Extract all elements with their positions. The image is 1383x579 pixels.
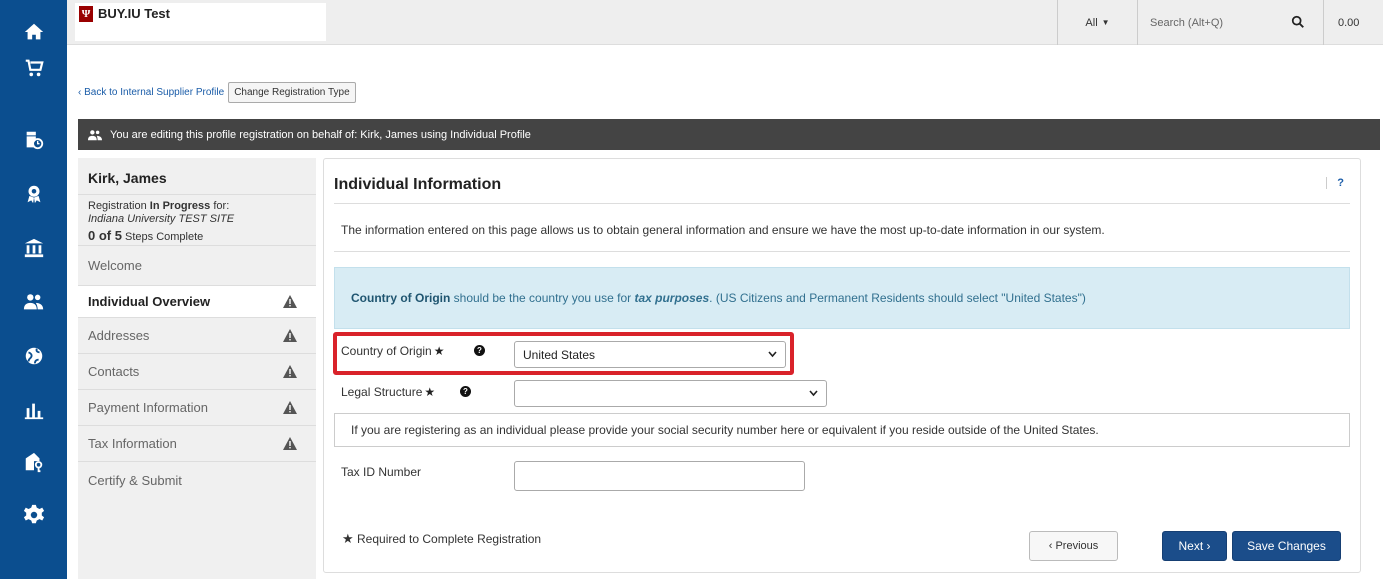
warning-icon bbox=[283, 436, 297, 450]
search-placeholder: Search (Alt+Q) bbox=[1150, 16, 1224, 29]
registration-status: Registration In Progress for: Indiana Un… bbox=[78, 195, 316, 246]
award-icon[interactable] bbox=[0, 176, 67, 212]
divider bbox=[334, 203, 1350, 204]
registration-site: Indiana University TEST SITE bbox=[88, 213, 235, 225]
breadcrumb: ‹ Back to Internal Supplier Profile Chan… bbox=[78, 82, 356, 103]
left-icon-rail bbox=[0, 0, 67, 579]
gear-icon[interactable] bbox=[0, 497, 67, 533]
cart-icon[interactable] bbox=[0, 50, 67, 86]
users-icon bbox=[88, 129, 102, 140]
tax-id-label: Tax ID Number bbox=[341, 465, 422, 479]
status-value: In Progress bbox=[149, 200, 211, 212]
warning-icon bbox=[283, 400, 297, 414]
tax-id-input[interactable] bbox=[514, 461, 805, 491]
next-button[interactable]: Next › bbox=[1162, 531, 1227, 561]
warning-icon bbox=[283, 294, 297, 308]
globe-icon[interactable] bbox=[0, 338, 67, 374]
search-bar: All ▼ Search (Alt+Q) 0.00 bbox=[1057, 0, 1381, 45]
nav-item-label: Addresses bbox=[88, 328, 150, 343]
warning-icon bbox=[283, 364, 297, 378]
search-scope-label: All bbox=[1085, 16, 1098, 29]
banner-text: You are editing this profile registratio… bbox=[110, 128, 531, 141]
search-input[interactable]: Search (Alt+Q) bbox=[1138, 0, 1323, 45]
required-note: ★ Required to Complete Registration bbox=[342, 531, 542, 546]
chevron-down-icon bbox=[809, 390, 818, 397]
nav-item-welcome[interactable]: Welcome bbox=[78, 246, 316, 286]
nav-item-payment-information[interactable]: Payment Information bbox=[78, 390, 316, 426]
editing-on-behalf-banner: You are editing this profile registratio… bbox=[78, 119, 1380, 150]
divider bbox=[334, 251, 1350, 252]
bar-chart-icon[interactable] bbox=[0, 392, 67, 428]
home-icon[interactable] bbox=[0, 14, 67, 50]
nav-item-certify-submit[interactable]: Certify & Submit bbox=[78, 462, 316, 498]
documents-clock-icon[interactable] bbox=[0, 122, 67, 158]
nav-item-label: Tax Information bbox=[88, 436, 177, 451]
nav-item-tax-information[interactable]: Tax Information bbox=[78, 426, 316, 462]
help-link[interactable]: ? bbox=[1326, 177, 1344, 189]
nav-item-contacts[interactable]: Contacts bbox=[78, 354, 316, 390]
nav-item-label: Payment Information bbox=[88, 400, 208, 415]
intro-text: The information entered on this page all… bbox=[341, 223, 1105, 237]
caret-down-icon: ▼ bbox=[1101, 18, 1110, 27]
required-star-icon: ★ bbox=[424, 385, 436, 399]
brand-name: BUY.IU Test bbox=[98, 6, 170, 21]
search-scope-dropdown[interactable]: All ▼ bbox=[1057, 0, 1138, 45]
legal-structure-select[interactable] bbox=[514, 380, 827, 407]
required-star-icon: ★ bbox=[342, 531, 354, 546]
steps-label: Steps Complete bbox=[121, 231, 204, 243]
page-title: Individual Information bbox=[334, 176, 502, 193]
nav-item-addresses[interactable]: Addresses bbox=[78, 318, 316, 354]
cart-total[interactable]: 0.00 bbox=[1323, 0, 1381, 45]
brand[interactable]: Ψ BUY.IU Test bbox=[75, 3, 326, 41]
warning-icon bbox=[283, 328, 297, 342]
bank-icon[interactable] bbox=[0, 230, 67, 266]
status-prefix: Registration bbox=[88, 200, 150, 212]
steps-count: 0 of 5 bbox=[88, 228, 122, 243]
help-icon[interactable]: ? bbox=[460, 386, 471, 397]
top-bar: Ψ BUY.IU Test All ▼ Search (Alt+Q) 0.00 bbox=[67, 0, 1383, 45]
change-registration-type-button[interactable]: Change Registration Type bbox=[228, 82, 356, 103]
status-suffix: for: bbox=[210, 200, 230, 212]
back-to-supplier-profile-link[interactable]: ‹ Back to Internal Supplier Profile bbox=[78, 87, 224, 98]
save-changes-button[interactable]: Save Changes bbox=[1232, 531, 1341, 561]
info-end: . (US Citizens and Permanent Residents s… bbox=[709, 291, 1086, 305]
nav-item-label: Certify & Submit bbox=[88, 472, 182, 488]
previous-button[interactable]: ‹ Previous bbox=[1029, 531, 1118, 561]
country-info-box: Country of Origin should be the country … bbox=[334, 267, 1350, 329]
country-of-origin-highlight bbox=[333, 332, 794, 375]
nav-item-label: Contacts bbox=[88, 364, 140, 379]
supplier-name: Kirk, James bbox=[78, 158, 316, 195]
info-bold: Country of Origin bbox=[351, 291, 451, 305]
ssn-instructions: If you are registering as an individual … bbox=[334, 413, 1350, 447]
nav-item-label: Welcome bbox=[88, 258, 142, 273]
info-italic: tax purposes bbox=[634, 291, 710, 305]
steps-complete: 0 of 5 Steps Complete bbox=[88, 229, 306, 244]
search-icon[interactable] bbox=[1291, 15, 1305, 29]
people-icon[interactable] bbox=[0, 284, 67, 320]
legal-structure-label: Legal Structure ★ bbox=[341, 385, 436, 399]
nav-item-label: Individual Overview bbox=[88, 294, 211, 309]
nav-item-individual-overview[interactable]: Individual Overview bbox=[78, 286, 316, 318]
registration-steps-panel: Kirk, James Registration In Progress for… bbox=[78, 158, 316, 579]
building-key-icon[interactable] bbox=[0, 444, 67, 480]
info-mid: should be the country you use for bbox=[450, 291, 635, 305]
iu-logo: Ψ bbox=[79, 6, 93, 22]
